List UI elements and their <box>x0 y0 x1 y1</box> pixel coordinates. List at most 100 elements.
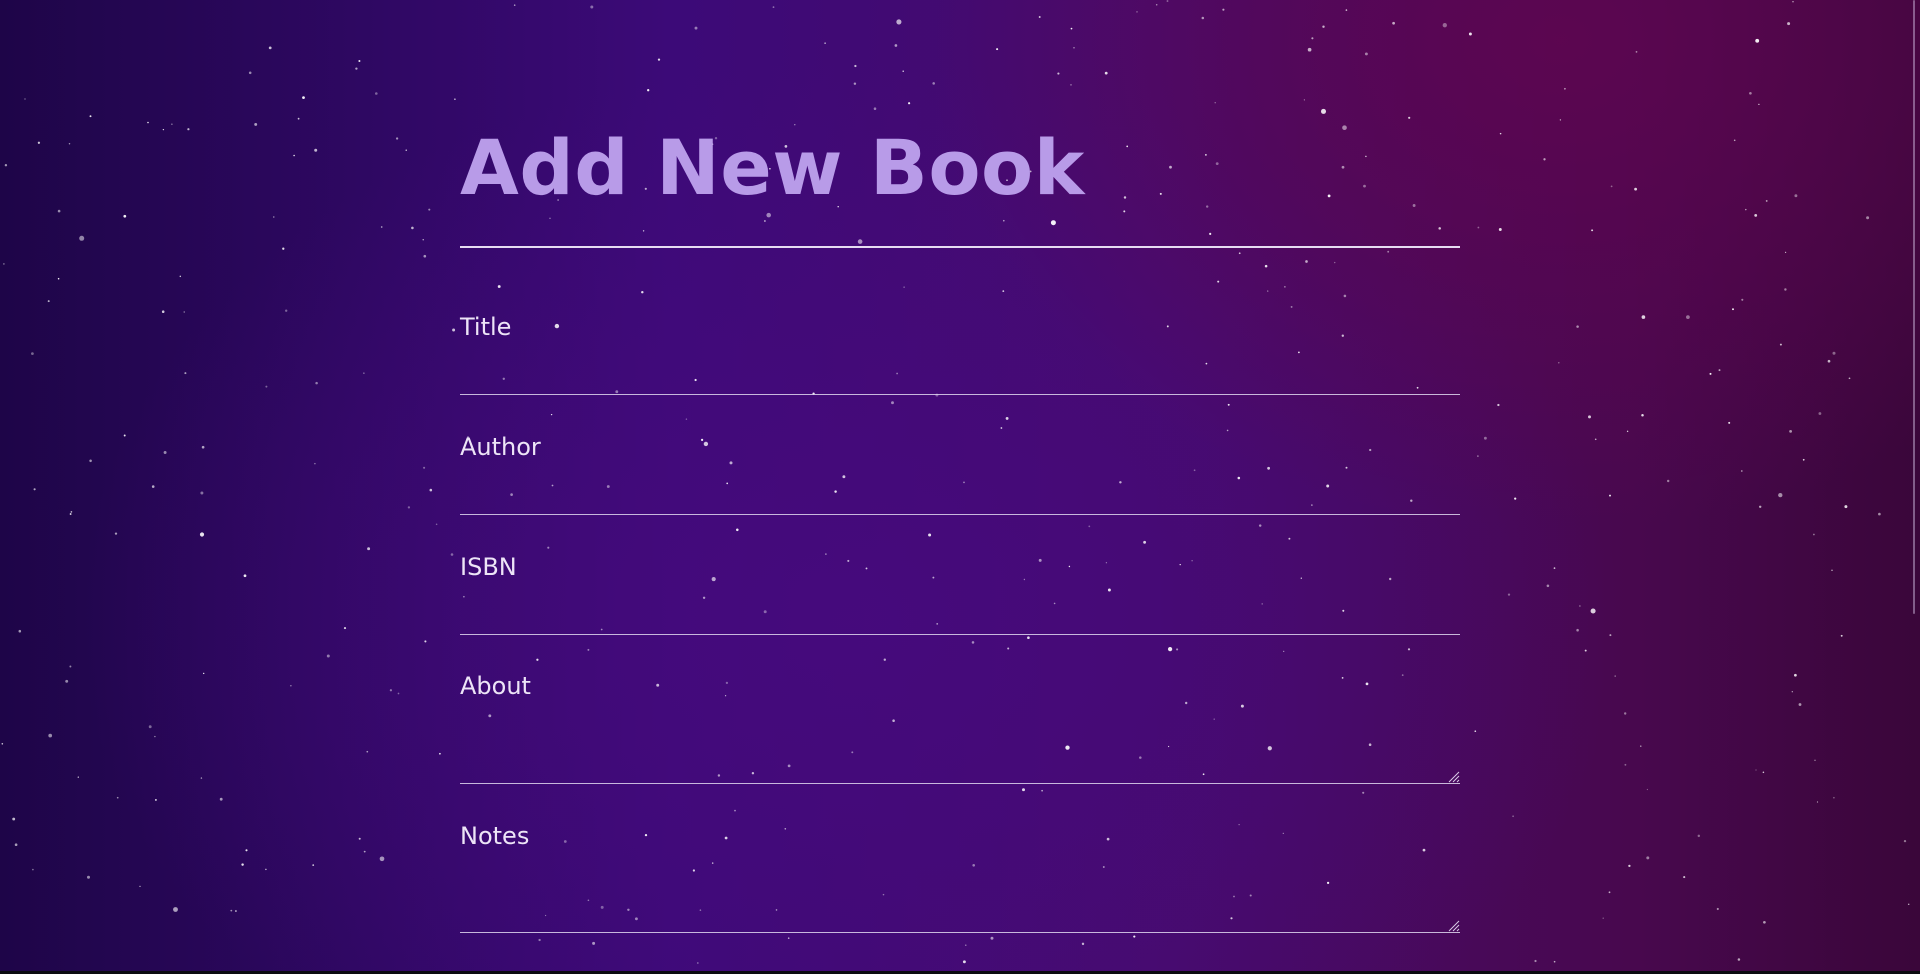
star <box>1813 533 1815 536</box>
star <box>1762 771 1765 774</box>
about-textarea[interactable] <box>460 724 1460 784</box>
star <box>422 239 424 241</box>
star <box>1267 466 1270 470</box>
star <box>1831 569 1833 571</box>
star <box>1609 634 1612 637</box>
star <box>1176 648 1179 651</box>
star <box>1787 22 1791 26</box>
star <box>297 117 300 120</box>
star <box>424 640 427 643</box>
star <box>1683 876 1686 879</box>
star <box>736 528 739 532</box>
author-input[interactable] <box>460 473 1460 515</box>
star <box>201 445 205 449</box>
star <box>1068 565 1071 568</box>
star <box>1728 421 1731 424</box>
star <box>203 672 205 675</box>
star <box>1387 250 1390 253</box>
star <box>932 82 935 85</box>
star <box>547 546 550 549</box>
star <box>1474 730 1477 733</box>
star <box>179 275 182 278</box>
star <box>896 19 902 25</box>
star <box>302 96 305 99</box>
star <box>380 226 383 228</box>
star <box>1412 204 1416 207</box>
star <box>1624 712 1627 715</box>
notes-label: Notes <box>460 822 530 850</box>
star <box>12 817 16 821</box>
star <box>1258 524 1262 527</box>
page-scrollbar[interactable] <box>1913 0 1915 614</box>
star <box>497 285 501 288</box>
star <box>161 310 165 313</box>
star <box>965 944 967 946</box>
resize-grip-icon[interactable] <box>1446 769 1460 783</box>
star <box>1284 286 1286 288</box>
star <box>692 869 696 872</box>
star <box>894 44 898 47</box>
star <box>724 836 728 840</box>
star <box>1214 102 1216 104</box>
star <box>1081 942 1085 946</box>
star <box>397 692 400 695</box>
title-input[interactable] <box>460 353 1460 395</box>
star <box>1624 763 1627 766</box>
star <box>1193 469 1196 472</box>
star <box>1070 84 1072 86</box>
star <box>1576 628 1579 632</box>
star <box>14 843 18 847</box>
star <box>24 98 26 100</box>
star <box>1303 99 1306 101</box>
star <box>423 254 427 258</box>
star <box>1733 139 1736 142</box>
isbn-input[interactable] <box>460 593 1460 635</box>
star <box>1553 567 1556 569</box>
star <box>57 277 60 280</box>
star <box>1626 430 1629 433</box>
resize-grip-icon[interactable] <box>1446 918 1460 932</box>
star <box>641 290 644 294</box>
star <box>711 862 714 864</box>
star <box>1179 563 1181 566</box>
star <box>1827 359 1831 363</box>
star <box>4 164 8 167</box>
star <box>1543 158 1546 161</box>
star <box>452 328 456 332</box>
star <box>1342 125 1347 131</box>
star <box>1646 856 1650 860</box>
star <box>1468 32 1472 36</box>
star <box>972 863 976 867</box>
star <box>285 309 288 312</box>
star <box>1107 588 1111 592</box>
star <box>1641 315 1646 319</box>
star <box>971 641 975 644</box>
star <box>1166 325 1169 328</box>
star <box>243 574 247 578</box>
star <box>1123 196 1127 199</box>
star <box>148 725 152 729</box>
star <box>1392 21 1395 25</box>
star <box>1483 436 1487 440</box>
star <box>162 128 165 131</box>
star <box>1564 87 1566 90</box>
star <box>1610 185 1613 188</box>
star <box>1755 769 1757 771</box>
star <box>1050 220 1056 226</box>
star <box>173 907 178 912</box>
title-label: Title <box>460 313 512 341</box>
star <box>1741 298 1744 301</box>
star <box>1222 8 1225 11</box>
star <box>1088 525 1091 528</box>
star <box>1553 960 1556 963</box>
star <box>1546 584 1550 588</box>
star <box>1408 116 1411 119</box>
star <box>1499 132 1502 135</box>
star <box>139 885 141 888</box>
star <box>1290 305 1293 308</box>
star <box>854 64 857 68</box>
star <box>892 719 895 722</box>
star <box>1126 145 1129 148</box>
star <box>1635 51 1638 53</box>
notes-textarea[interactable] <box>460 873 1460 933</box>
